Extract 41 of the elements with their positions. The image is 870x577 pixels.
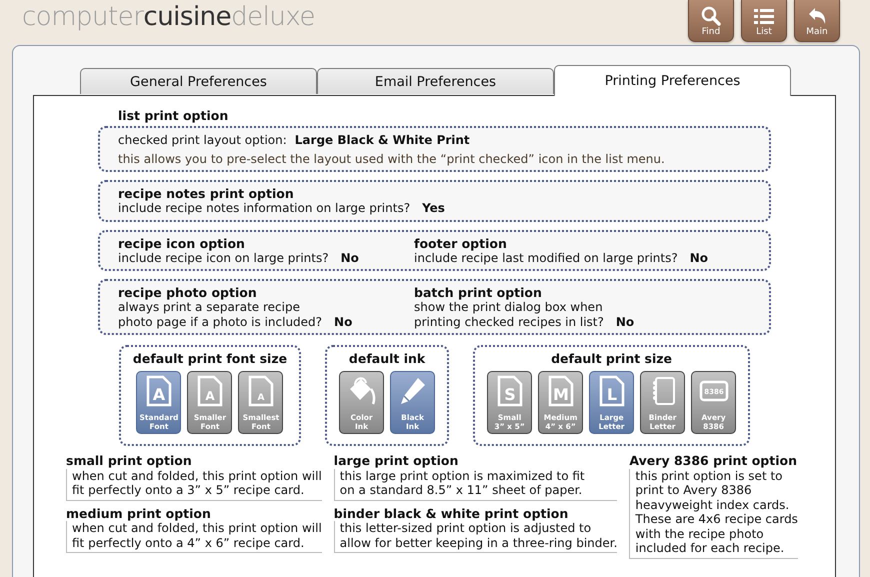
option-explanation: this letter-sized print option is adjusted to allow for better keeping in a three-ring binder. bbox=[334, 521, 618, 553]
option-value[interactable]: No bbox=[340, 250, 359, 265]
find-button[interactable]: Find bbox=[688, 0, 734, 42]
option-heading: medium print option bbox=[66, 506, 212, 521]
list-button[interactable]: List bbox=[741, 0, 787, 42]
app-logo: computercuisinedeluxe bbox=[22, 2, 315, 32]
preferences-tab[interactable]: Email Preferences bbox=[317, 68, 554, 94]
option-title: recipe notes print option bbox=[118, 186, 295, 201]
option-explanation: this large print option is maximized to fit on a standard 8.5” x 11” sheet of paper. bbox=[334, 468, 618, 500]
main-button[interactable]: Main bbox=[794, 0, 840, 42]
option-value[interactable]: No bbox=[334, 314, 352, 329]
choice-group-title: default ink bbox=[348, 351, 426, 366]
option-explanation: this print option is set to print to Avery 8386 heavyweight index cards. These are 4x6 recipe cards with the recipe photo included for each recipe. bbox=[629, 468, 798, 558]
option-heading: Avery 8386 print option bbox=[629, 454, 798, 468]
option-title: recipe icon option bbox=[118, 236, 246, 250]
choice-group-title: default print size bbox=[551, 351, 672, 366]
option-value[interactable]: No bbox=[616, 314, 634, 329]
option-heading: small print option bbox=[66, 454, 193, 468]
option-value[interactable]: Yes bbox=[422, 201, 445, 216]
option-explanation: when cut and folded, this print option will fit perfectly onto a 3” x 5” recipe card. bbox=[66, 468, 322, 500]
option-value[interactable]: No bbox=[690, 250, 708, 265]
setting-value: Large Black & White Print bbox=[294, 133, 470, 147]
section-title: list print option bbox=[118, 108, 230, 123]
option-explanation: when cut and folded, this print option will fit perfectly onto a 4” x 6” recipe card. bbox=[66, 521, 322, 553]
option-description: show the print dialog box when printing checked recipes in list? bbox=[414, 300, 604, 329]
choice-group-title: default print font size bbox=[132, 351, 288, 366]
option-description: include recipe last modified on large prints? bbox=[414, 250, 678, 265]
option-description: always print a separate recipe photo page if a photo is included? bbox=[118, 300, 322, 329]
setting-label: checked print layout option: bbox=[118, 133, 287, 147]
option-title: footer option bbox=[414, 236, 508, 250]
preferences-tab[interactable]: General Preferences bbox=[80, 68, 317, 94]
setting-note: this allows you to pre-select the layout used with the “print checked” icon in the list menu. bbox=[118, 152, 666, 166]
option-title: recipe photo option bbox=[118, 285, 258, 300]
option-description: include recipe notes information on large prints? bbox=[118, 201, 410, 216]
search-icon bbox=[699, 6, 723, 26]
list-icon bbox=[752, 6, 776, 26]
option-heading: large print option bbox=[334, 454, 460, 468]
option-title: batch print option bbox=[414, 285, 543, 300]
option-heading: binder black & white print option bbox=[334, 506, 570, 521]
option-description: include recipe icon on large prints? bbox=[118, 250, 329, 265]
preferences-tab[interactable]: Printing Preferences bbox=[554, 65, 791, 96]
